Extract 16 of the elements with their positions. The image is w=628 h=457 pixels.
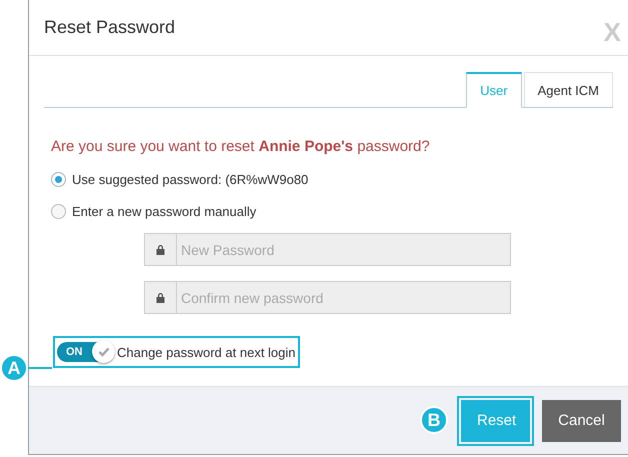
callout-marker: A — [0, 354, 28, 382]
option-label: Enter a new password manually — [72, 204, 256, 219]
radio-button[interactable] — [51, 204, 66, 219]
tab[interactable]: Agent ICM — [524, 72, 613, 107]
lock-icon — [156, 244, 165, 255]
option-label: Use suggested password: (6R%wW9o80 — [72, 172, 308, 187]
radio-button[interactable] — [51, 172, 66, 187]
tab[interactable]: User — [466, 72, 522, 108]
check-icon — [98, 346, 110, 356]
dialog-title: Reset Password — [44, 17, 176, 38]
toggle-label: Change password at next login — [117, 344, 296, 360]
toggle-switch[interactable]: ON — [57, 342, 113, 362]
cancel-button[interactable]: Cancel — [542, 400, 621, 442]
reset-button[interactable]: Reset — [461, 400, 530, 442]
confirmation-question: Are you sure you want to reset Annie Pope's password? — [51, 138, 431, 155]
lock-icon — [156, 292, 165, 303]
